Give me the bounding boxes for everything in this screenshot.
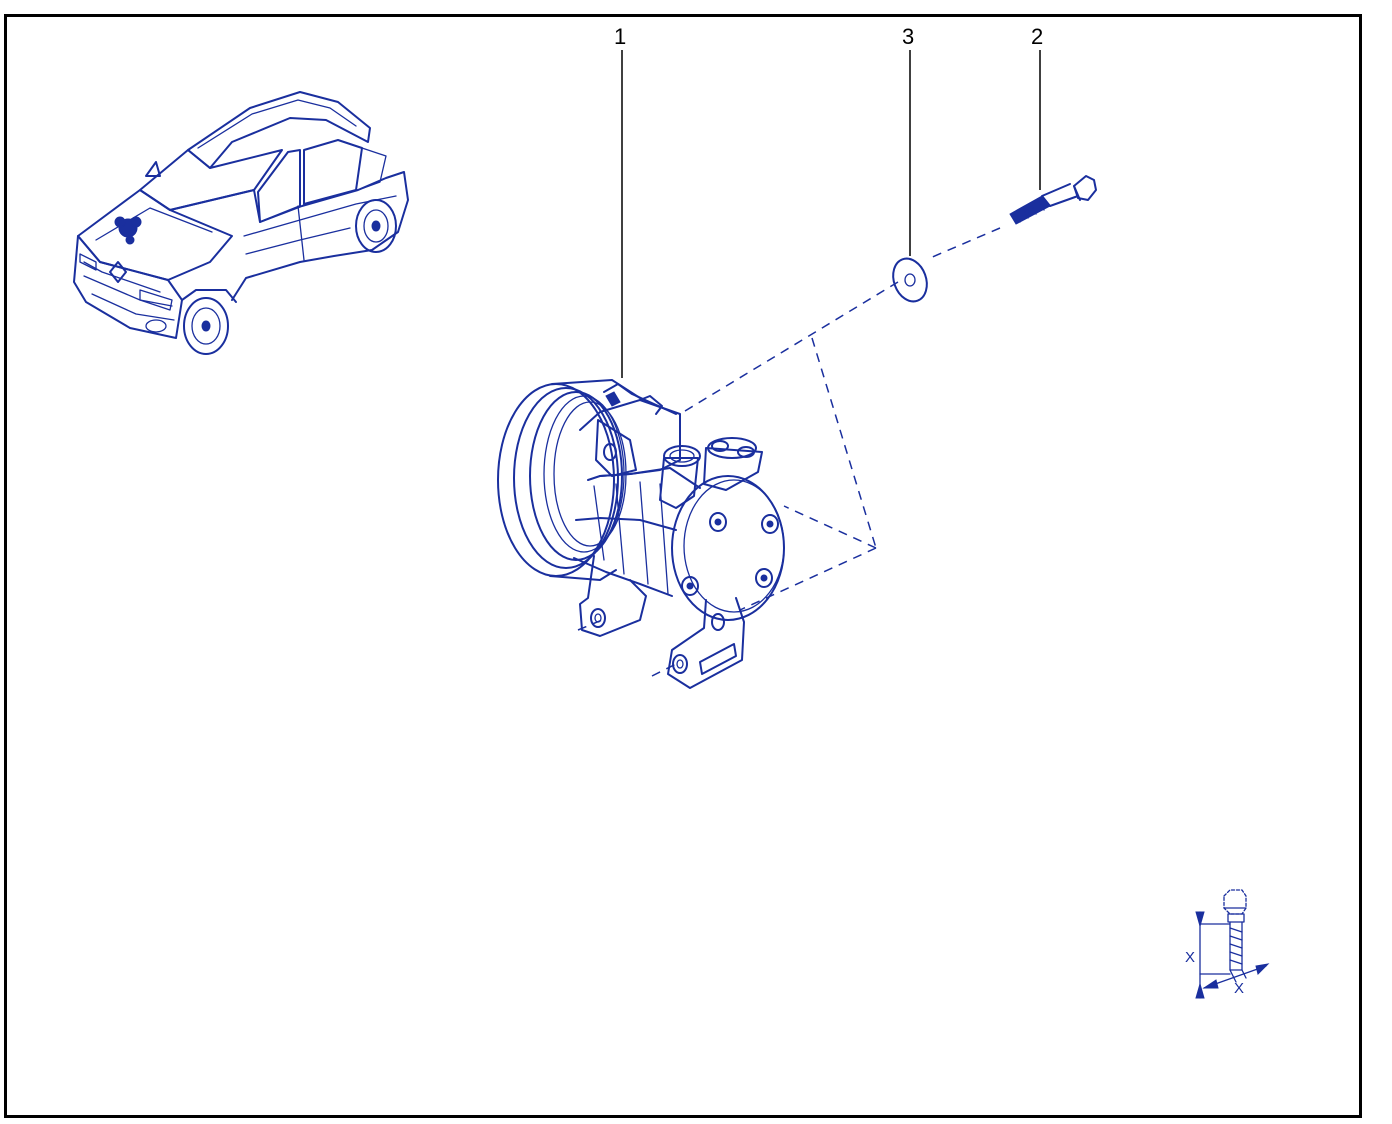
diameter-x-label: X <box>1234 980 1244 997</box>
callout-3: 3 <box>902 24 914 49</box>
ac-compressor-part-1 <box>497 379 785 689</box>
callout-2: 2 <box>1031 24 1043 49</box>
callout-1: 1 <box>614 24 626 49</box>
bolt-part-2 <box>1009 175 1097 225</box>
washer-part-3 <box>892 257 928 303</box>
callout-leaders <box>621 50 1041 378</box>
exploded-diagram: .b { stroke: #1a2f9e; fill: none; stroke… <box>73 24 1270 999</box>
assembly-axis-lines <box>577 227 1001 677</box>
bolt-length-icon: X X <box>1185 889 1270 999</box>
length-x-label: X <box>1185 949 1195 966</box>
car-location-illustration <box>73 91 409 355</box>
location-marker-icon <box>114 216 142 245</box>
